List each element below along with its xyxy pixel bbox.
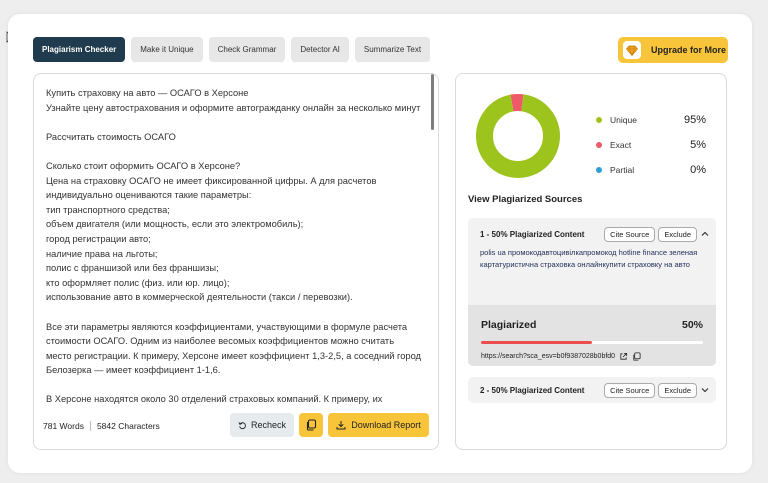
source-card-1: 1 - 50% Plagiarized Content Cite Source … <box>468 218 716 366</box>
scrollbar-thumb[interactable] <box>431 74 434 130</box>
legend-unique: Unique 95% <box>596 107 706 132</box>
editor-paragraph: Рассчитать стоимость ОСАГО <box>46 131 176 142</box>
upgrade-button[interactable]: Upgrade for More <box>618 37 728 63</box>
tab-summarize-text[interactable]: Summarize Text <box>354 37 431 62</box>
tab-check-grammar[interactable]: Check Grammar <box>208 37 286 62</box>
stats-divider <box>89 421 91 431</box>
main-card: Plagiarism Checker Make it Unique Check … <box>8 14 752 473</box>
copy-icon <box>306 419 317 431</box>
source-url-text: https://search?sca_esv=b0f9387028b0bfd0 <box>481 353 616 360</box>
source-details: Plagiarized 50% https://search?sca_esv=b… <box>468 305 716 366</box>
legend-dot-partial <box>596 166 602 173</box>
legend-percent: 5% <box>690 138 706 151</box>
sources-title: View Plagiarized Sources <box>468 194 583 205</box>
exclude-button[interactable]: Exclude <box>658 382 697 398</box>
source-card-2: 2 - 50% Plagiarized Content Cite Source … <box>468 377 716 403</box>
recheck-label: Recheck <box>250 420 286 430</box>
legend-partial: Partial 0% <box>596 157 706 182</box>
chevron-down-icon[interactable] <box>700 385 710 395</box>
refresh-icon <box>238 421 246 429</box>
exclude-button[interactable]: Exclude <box>658 226 697 242</box>
tab-detector-ai[interactable]: Detector AI <box>291 37 349 62</box>
source-name: 1 - 50% Plagiarized Content <box>480 229 585 239</box>
source-url[interactable]: https://search?sca_esv=b0f9387028b0bfd0 <box>481 352 641 361</box>
legend-label: Unique <box>610 114 637 125</box>
cite-source-button[interactable]: Cite Source <box>604 226 656 242</box>
editor-content[interactable]: Купить страховку на авто — ОСАГО в Херсо… <box>46 86 422 408</box>
tab-make-it-unique[interactable]: Make it Unique <box>131 37 203 62</box>
external-link-icon[interactable] <box>619 352 628 361</box>
results-panel: Unique 95% Exact 5% Partial 0% View Plag… <box>455 73 727 450</box>
tab-plagiarism-checker[interactable]: Plagiarism Checker <box>33 37 126 62</box>
source-header[interactable]: 2 - 50% Plagiarized Content Cite Source … <box>480 382 710 398</box>
download-label: Download Report <box>351 420 421 430</box>
text-editor[interactable]: Купить страховку на авто — ОСАГО в Херсо… <box>33 73 439 450</box>
editor-scrollbar[interactable] <box>431 74 436 408</box>
legend-label: Partial <box>610 164 635 175</box>
legend-label: Exact <box>610 139 632 150</box>
editor-paragraph: Сколько стоит оформить ОСАГО в Херсоне? … <box>46 160 377 303</box>
legend-dot-exact <box>596 141 602 148</box>
character-count: 5842 Characters <box>96 421 160 431</box>
chevron-up-icon[interactable] <box>700 229 710 239</box>
recheck-button[interactable]: Recheck <box>230 413 294 437</box>
word-count: 781 Words <box>43 421 84 431</box>
copy-link-icon[interactable] <box>632 352 641 361</box>
legend-exact: Exact 5% <box>596 132 706 157</box>
similarity-donut-chart <box>476 94 560 178</box>
plagiarized-progress-fill <box>481 341 592 344</box>
editor-paragraph: Купить страховку на авто — ОСАГО в Херсо… <box>46 88 421 113</box>
legend-percent: 0% <box>690 163 706 176</box>
plagiarized-percent: 50% <box>681 319 703 331</box>
upgrade-label: Upgrade for More <box>651 45 727 55</box>
similarity-legend: Unique 95% Exact 5% Partial 0% <box>596 107 706 182</box>
donut-slice-unique <box>476 94 560 178</box>
editor-footer: 781 Words 5842 Characters Recheck Downlo… <box>34 409 438 449</box>
plagiarized-progress-bar <box>481 341 703 344</box>
diamond-icon <box>623 41 641 59</box>
editor-paragraph: В Херсоне находятся около 30 отделений с… <box>46 394 383 405</box>
source-header[interactable]: 1 - 50% Plagiarized Content Cite Source … <box>480 226 710 242</box>
download-report-button[interactable]: Download Report <box>328 413 429 437</box>
text-stats: 781 Words 5842 Characters <box>43 421 160 431</box>
legend-dot-unique <box>596 116 602 123</box>
plagiarized-label: Plagiarized <box>481 319 537 331</box>
copy-button[interactable] <box>299 413 323 437</box>
download-icon <box>336 421 346 430</box>
legend-percent: 95% <box>683 113 706 126</box>
cite-source-button[interactable]: Cite Source <box>604 382 656 398</box>
source-snippet: polis ua промокодавтоцивілкапромокод hot… <box>480 248 698 269</box>
tool-tabs: Plagiarism Checker Make it Unique Check … <box>33 37 431 62</box>
editor-paragraph: Все эти параметры являются коэффициентам… <box>46 321 421 376</box>
source-name: 2 - 50% Plagiarized Content <box>480 385 585 395</box>
